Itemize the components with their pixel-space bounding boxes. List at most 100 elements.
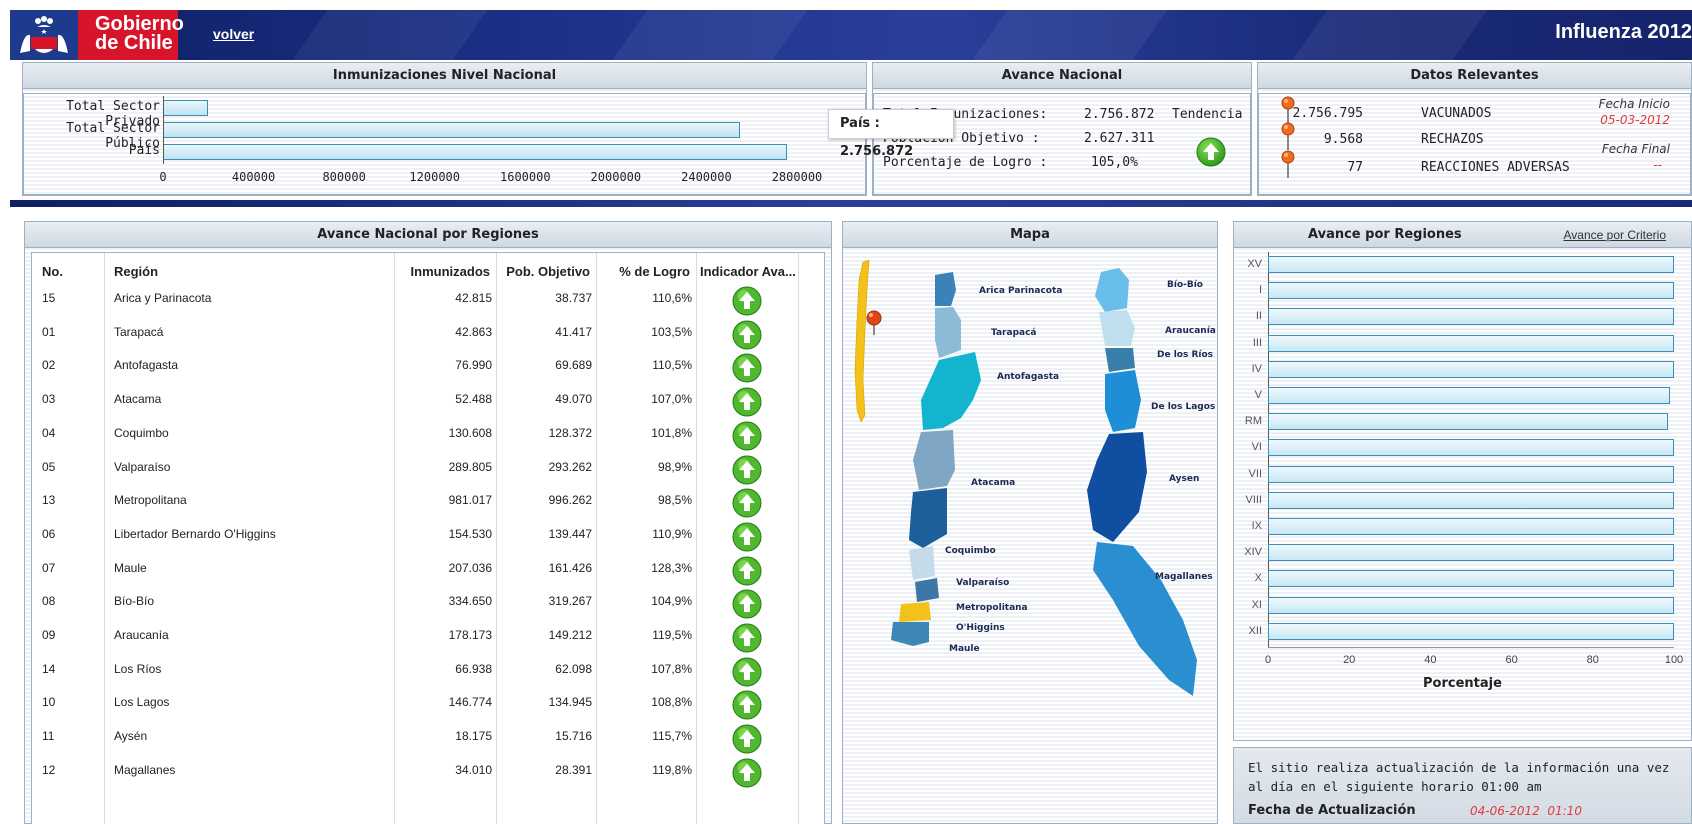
arrow-up-icon [732, 589, 762, 619]
cell-inmunizados: 178.173 [448, 628, 492, 642]
map-label-aysen[interactable]: Aysen [1169, 474, 1199, 484]
cell-objetivo: 161.426 [548, 560, 592, 575]
column-header[interactable]: Indicador Ava... [700, 264, 796, 279]
cell-objetivo: 128.372 [548, 425, 592, 440]
table-row[interactable]: 15 Arica y Parinacota 42.815 38.737 110,6% [32, 285, 798, 317]
table-row[interactable]: 05 Valparaíso 289.805 293.262 98,9% [32, 454, 798, 486]
map-label-maule[interactable]: Maule [949, 644, 980, 654]
tick-label: 0 [1264, 654, 1272, 666]
map-label-araucania[interactable]: Araucanía [1165, 326, 1216, 336]
bar[interactable] [1268, 465, 1674, 483]
pin-icon [1281, 122, 1295, 150]
panel-title: Inmunizaciones Nivel Nacional [23, 63, 866, 89]
cell-logro: 104,9% [651, 594, 692, 609]
bar[interactable] [1268, 439, 1674, 457]
table-row[interactable]: 06 Libertador Bernardo O'Higgins 154.530 13… [32, 521, 798, 553]
column-header[interactable]: Pob. Objetivo [506, 264, 590, 279]
bar[interactable] [1268, 256, 1674, 273]
map-label-tarapaca[interactable]: Tarapacá [991, 328, 1037, 338]
avance-regiones-title: Avance por Regiones [1308, 227, 1462, 242]
cell-no: 11 [42, 729, 55, 744]
bar[interactable] [1268, 387, 1670, 404]
table-row[interactable]: 11 Aysén 18.175 15.716 115,7% [32, 723, 798, 755]
map-region-tarapaca [935, 307, 961, 358]
back-link[interactable]: volver [213, 26, 254, 42]
cell-no: 03 [42, 392, 56, 407]
arrow-up-icon [732, 421, 762, 451]
map-label-metropolitana[interactable]: Metropolitana [956, 603, 1028, 613]
axis-line [163, 96, 164, 164]
avance-criterio-link[interactable]: Avance por Criterio [1564, 222, 1667, 248]
column-header[interactable]: No. [42, 264, 63, 279]
cell-logro: 98,5% [657, 493, 692, 508]
bar[interactable] [163, 144, 788, 160]
bar[interactable] [1268, 308, 1674, 326]
map-label-loslagos[interactable]: De los Lagos [1151, 402, 1215, 412]
bar[interactable] [1268, 334, 1674, 352]
map-label-antofagasta[interactable]: Antofagasta [997, 372, 1059, 382]
table-row[interactable]: 10 Los Lagos 146.774 134.945 108,8% [32, 689, 798, 721]
avance-regiones-chart: XV I II III IV V RM VI VII VIII IX XIV X XI XII 0 20 40 60… [1234, 250, 1691, 740]
cell-objetivo: 319.267 [548, 594, 592, 609]
cell-no: 10 [42, 695, 56, 710]
gobierno-logo[interactable]: Gobierno de Chile [78, 10, 184, 60]
table-row[interactable]: 12 Magallanes 34.010 28.391 119,8% [32, 757, 798, 789]
map-region-araucania [1099, 310, 1135, 346]
map-label-coquimbo[interactable]: Coquimbo [945, 546, 996, 556]
chile-map[interactable]: Arica Parinacota Tarapacá Antofagasta At… [843, 250, 1217, 824]
bar[interactable] [1268, 518, 1674, 535]
table-row[interactable]: 04 Coquimbo 130.608 128.372 101,8% [32, 420, 798, 452]
table-row[interactable]: 08 Bío-Bío 334.650 319.267 104,9% [32, 588, 798, 620]
bar[interactable] [163, 100, 209, 116]
map-label-biobio[interactable]: Bío-Bío [1167, 280, 1203, 290]
table-row[interactable]: 07 Maule 207.036 161.426 128,3% [32, 555, 798, 587]
bar[interactable] [1268, 544, 1674, 562]
map-label-valparaiso[interactable]: Valparaíso [956, 578, 1009, 588]
table-row[interactable]: 09 Araucanía 178.173 149.212 119,5% [32, 622, 798, 654]
table-row[interactable]: 13 Metropolitana 981.017 996.262 98,5% [32, 487, 798, 519]
bar[interactable] [1268, 596, 1674, 614]
column-header[interactable]: Inmunizados [411, 264, 490, 279]
cell-logro: 115,7% [652, 729, 692, 744]
reacciones-label: REACCIONES ADVERSAS [1421, 160, 1570, 175]
cell-logro: 108,8% [651, 695, 692, 710]
category-label: RM [1244, 415, 1262, 428]
logo-line-2: de Chile [95, 32, 173, 54]
cell-objetivo: 38.737 [555, 291, 592, 305]
avance-nacional-panel: Avance Nacional Total Inmunizaciones: 2.… [828, 62, 1252, 196]
fecha-final-label: Fecha Final [1601, 142, 1670, 156]
map-label-losrios[interactable]: De los Ríos [1157, 350, 1213, 360]
bar[interactable] [1268, 413, 1668, 431]
panel-title: Avance Nacional por Regiones [25, 222, 831, 248]
datos-relevantes-panel: Datos Relevantes 2.756.795 VACUNADOS 9.5… [1257, 62, 1692, 196]
table-row[interactable]: 03 Atacama 52.488 49.070 107,0% [32, 386, 798, 418]
bar[interactable] [1268, 570, 1674, 588]
map-label-magallanes[interactable]: Magallanes [1155, 572, 1213, 582]
bar[interactable] [1268, 360, 1674, 378]
tick-label: 20 [1343, 654, 1356, 666]
map-label-ohiggins[interactable]: O'Higgins [956, 623, 1005, 633]
map-label-arica[interactable]: Arica Parinacota [979, 286, 1062, 296]
tick-label: 2000000 [590, 170, 642, 184]
header-bar: Gobierno de Chile volver Influenza 2012 [10, 10, 1692, 60]
map-region-valparaiso [909, 546, 935, 580]
panel-title: Avance Nacional [873, 63, 1251, 89]
arrow-up-icon [732, 690, 762, 720]
table-row[interactable]: 02 Antofagasta 76.990 69.689 110,5% [32, 352, 798, 384]
cell-logro: 110,6% [652, 291, 692, 305]
arrow-up-icon [732, 286, 762, 316]
cell-inmunizados: 289.805 [448, 459, 492, 474]
bar[interactable] [163, 122, 741, 138]
map-label-atacama[interactable]: Atacama [971, 478, 1015, 488]
cell-region: Tarapacá [114, 324, 164, 339]
bar[interactable] [1268, 622, 1674, 640]
column-header[interactable]: Región [114, 264, 158, 279]
table-row[interactable]: 14 Los Ríos 66.938 62.098 107,8% [32, 656, 798, 688]
cell-inmunizados: 334.650 [448, 594, 492, 609]
bar[interactable] [1268, 282, 1674, 300]
cell-objetivo: 149.212 [548, 628, 592, 642]
table-row[interactable]: 01 Tarapacá 42.863 41.417 103,5% [32, 319, 798, 351]
column-header[interactable]: % de Logro [619, 264, 690, 279]
bar[interactable] [1268, 491, 1674, 509]
category-label: II [1255, 310, 1262, 323]
